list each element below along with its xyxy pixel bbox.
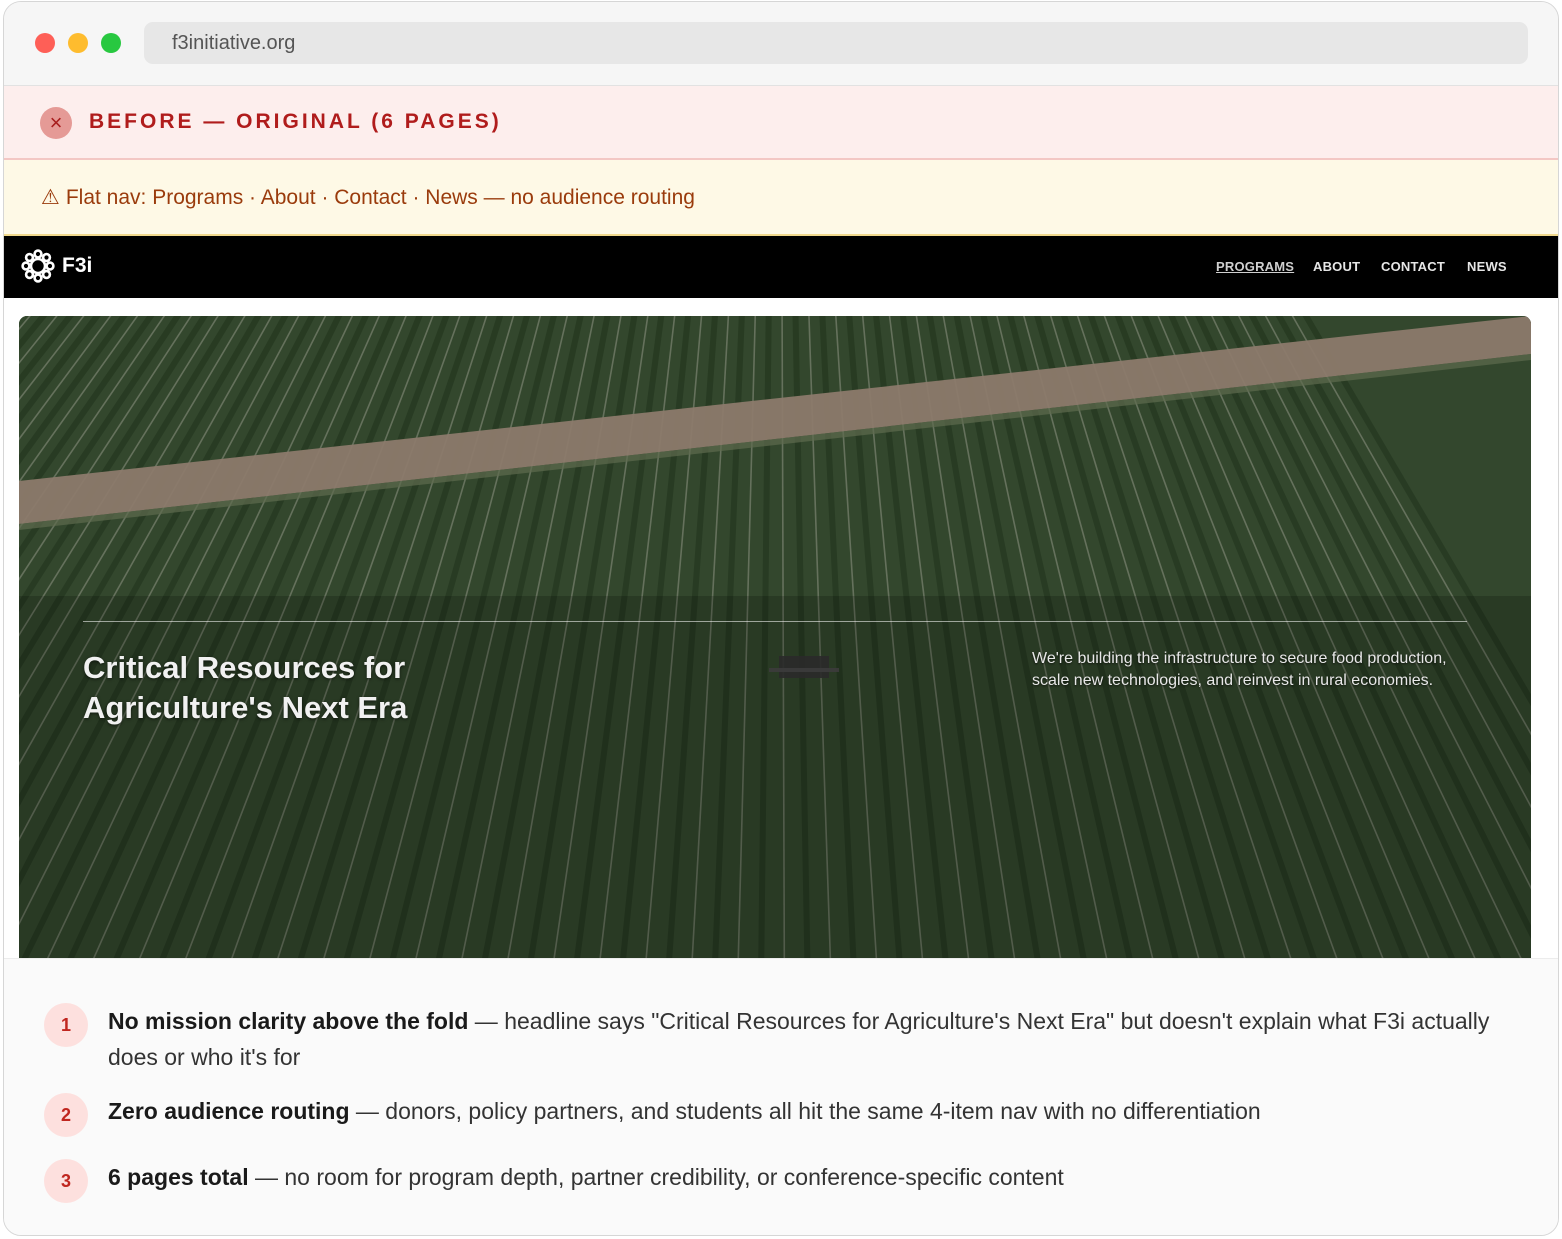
issue-description: — donors, policy partners, and students … [349, 1098, 1261, 1124]
hero-headline: Critical Resources for Agriculture's Nex… [83, 650, 408, 725]
nav-about[interactable]: ABOUT [1313, 259, 1360, 274]
minimize-window-button[interactable] [68, 33, 88, 53]
logo-icon [21, 249, 55, 283]
issue-title: No mission clarity above the fold [108, 1008, 469, 1034]
nav-news[interactable]: NEWS [1467, 259, 1507, 274]
issue-title: Zero audience routing [108, 1098, 350, 1124]
warning-banner: ⚠ Flat nav: Programs · About · Contact · … [4, 160, 1558, 236]
nav-programs[interactable]: PROGRAMS [1216, 259, 1294, 274]
field-photo [19, 316, 1531, 958]
nav-contact[interactable]: CONTACT [1381, 259, 1445, 274]
before-banner: × BEFORE — ORIGINAL (6 PAGES) [4, 86, 1558, 160]
address-bar[interactable]: f3initiative.org [144, 22, 1528, 64]
hero-divider [83, 621, 1467, 622]
before-label: BEFORE — ORIGINAL (6 PAGES) [89, 110, 502, 133]
issues-list: 1 No mission clarity above the fold — he… [4, 958, 1558, 1235]
issue-number: 2 [44, 1093, 88, 1137]
hero-image: Critical Resources for Agriculture's Nex… [19, 316, 1531, 958]
maximize-window-button[interactable] [101, 33, 121, 53]
hero-subtext: We're building the infrastructure to sec… [1032, 650, 1447, 689]
site-navbar: F3i PROGRAMS ABOUT CONTACT NEWS [4, 236, 1558, 298]
issue-number: 3 [44, 1159, 88, 1203]
issue-description: — no room for program depth, partner cre… [248, 1164, 1064, 1190]
browser-window: f3initiative.org × BEFORE — ORIGINAL (6 … [3, 1, 1559, 1236]
warning-text: Flat nav: Programs · About · Contact · N… [65, 186, 695, 209]
hero-section: Critical Resources for Agriculture's Nex… [4, 298, 1558, 958]
logo-text[interactable]: F3i [62, 254, 92, 278]
close-window-button[interactable] [35, 33, 55, 53]
issue-number: 1 [44, 1003, 88, 1047]
browser-chrome: f3initiative.org [4, 2, 1558, 86]
warning-triangle-icon: ⚠ [41, 186, 60, 209]
issue-title: 6 pages total [108, 1164, 249, 1190]
close-icon: × [40, 107, 72, 139]
